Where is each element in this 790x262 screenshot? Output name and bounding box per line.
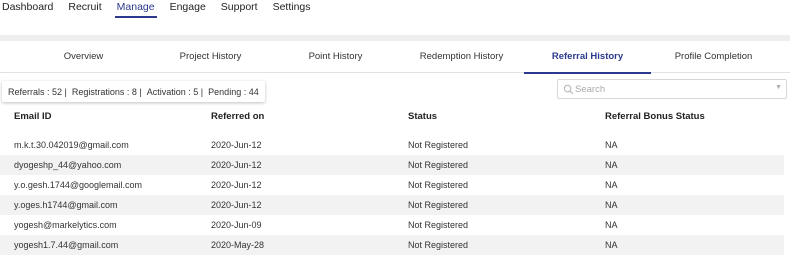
top-navigation: Dashboard Recruit Manage Engage Support … (0, 0, 326, 18)
cell-bonus-status: NA (605, 160, 618, 170)
nav-dashboard[interactable]: Dashboard (2, 0, 53, 13)
nav-settings[interactable]: Settings (273, 0, 311, 13)
referral-stats-summary: Referrals : 52 | Registrations : 8 | Act… (2, 81, 265, 102)
column-header-email: Email ID (14, 111, 52, 122)
column-header-status: Status (408, 111, 438, 122)
cell-referred-on: 2020-Jun-12 (211, 140, 262, 150)
cell-status: Not Registered (408, 200, 469, 210)
cell-status: Not Registered (408, 240, 469, 250)
tab-referral-history[interactable]: Referral History (524, 41, 651, 74)
search-input[interactable] (575, 82, 765, 96)
cell-email: dyogeshp_44@yahoo.com (14, 160, 122, 170)
search-icon (563, 84, 574, 95)
table-row: yogesh1.7.44@gmail.com 2020-May-28 Not R… (0, 235, 784, 255)
cell-email: y.o.gesh.1744@googlemail.com (14, 180, 143, 190)
tab-profile-completion[interactable]: Profile Completion (650, 41, 777, 73)
nav-recruit[interactable]: Recruit (68, 0, 101, 13)
cell-referred-on: 2020-Jun-12 (211, 200, 262, 210)
dropdown-caret-icon[interactable]: ▼ (775, 84, 782, 91)
cell-referred-on: 2020-May-28 (211, 240, 265, 250)
column-header-referred-on: Referred on (211, 111, 265, 122)
tab-redemption-history[interactable]: Redemption History (398, 41, 525, 73)
cell-status: Not Registered (408, 160, 469, 170)
cell-email: yogesh1.7.44@gmail.com (14, 240, 119, 250)
nav-engage[interactable]: Engage (170, 0, 206, 13)
cell-email: m.k.t.30.042019@gmail.com (14, 140, 129, 150)
history-tabs: Overview Project History Point History R… (0, 41, 790, 74)
cell-email: yogesh@markelytics.com (14, 220, 117, 230)
activation-count: Activation : 5 | (146, 86, 204, 97)
tab-overview[interactable]: Overview (20, 41, 147, 73)
referral-history-table: Email ID Referred on Status Referral Bon… (0, 111, 784, 255)
table-row: m.k.t.30.042019@gmail.com 2020-Jun-12 No… (0, 135, 784, 155)
cell-status: Not Registered (408, 220, 469, 230)
table-row: yogesh@markelytics.com 2020-Jun-09 Not R… (0, 215, 784, 235)
nav-manage[interactable]: Manage (114, 0, 157, 18)
cell-email: y.oges.h1744@gmail.com (14, 200, 118, 210)
cell-status: Not Registered (408, 140, 469, 150)
search-box[interactable]: ▼ (557, 79, 787, 99)
table-row: y.oges.h1744@gmail.com 2020-Jun-12 Not R… (0, 195, 784, 215)
column-header-bonus-status: Referral Bonus Status (605, 111, 705, 122)
cell-bonus-status: NA (605, 140, 618, 150)
cell-referred-on: 2020-Jun-12 (211, 180, 262, 190)
table-row: y.o.gesh.1744@googlemail.com 2020-Jun-12… (0, 175, 784, 195)
tab-project-history[interactable]: Project History (147, 41, 274, 73)
cell-referred-on: 2020-Jun-12 (211, 160, 262, 170)
registrations-count: Registrations : 8 | (71, 86, 142, 97)
table-header-row: Email ID Referred on Status Referral Bon… (0, 111, 784, 135)
cell-referred-on: 2020-Jun-09 (211, 220, 262, 230)
table-row: dyogeshp_44@yahoo.com 2020-Jun-12 Not Re… (0, 155, 784, 175)
referrals-count: Referrals : 52 | (8, 86, 67, 97)
pending-count: Pending : 44 (208, 86, 259, 97)
tab-point-history[interactable]: Point History (272, 41, 399, 73)
cell-status: Not Registered (408, 180, 469, 190)
cell-bonus-status: NA (605, 180, 618, 190)
cell-bonus-status: NA (605, 240, 618, 250)
nav-support[interactable]: Support (221, 0, 258, 13)
cell-bonus-status: NA (605, 200, 618, 210)
cell-bonus-status: NA (605, 220, 618, 230)
